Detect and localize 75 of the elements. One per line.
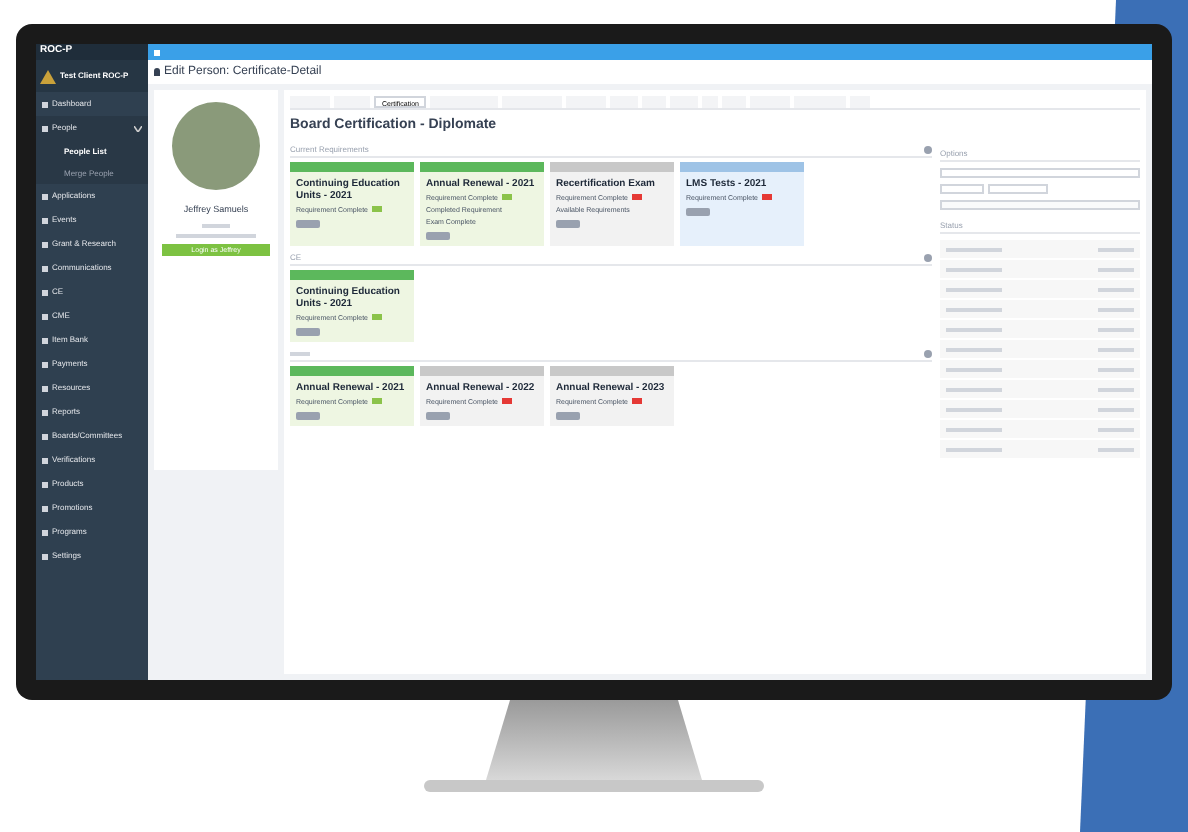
text-placeholder-line <box>1098 367 1134 371</box>
menu-icon <box>42 457 48 463</box>
tab[interactable] <box>290 96 330 108</box>
tab[interactable] <box>670 96 699 108</box>
menu-icon <box>42 125 48 131</box>
menu-icon <box>42 409 48 415</box>
text-placeholder-line <box>946 327 1002 331</box>
menu-icon <box>42 529 48 535</box>
menu-icon <box>42 505 48 511</box>
tab[interactable] <box>610 96 639 108</box>
card-button[interactable] <box>296 219 320 227</box>
menu-icon <box>42 217 48 223</box>
card-button[interactable] <box>556 219 580 227</box>
card-button[interactable] <box>686 207 710 215</box>
menu-icon <box>42 481 48 487</box>
text-placeholder-line <box>202 223 230 228</box>
settings-icon[interactable] <box>924 145 932 153</box>
text-placeholder-line <box>946 407 1002 411</box>
menu-icon <box>42 433 48 439</box>
tab[interactable] <box>850 96 871 108</box>
text-placeholder-line <box>1098 247 1134 251</box>
tab[interactable] <box>750 96 791 108</box>
card-button[interactable] <box>296 411 320 419</box>
text-placeholder-line <box>176 233 256 238</box>
text-placeholder-line <box>1098 287 1134 291</box>
settings-icon[interactable] <box>924 349 932 357</box>
card-button[interactable] <box>426 411 450 419</box>
menu-icon[interactable] <box>154 49 160 55</box>
triangle-logo-icon <box>40 69 56 83</box>
tab[interactable] <box>642 96 667 108</box>
tab[interactable] <box>702 96 719 108</box>
select-field[interactable] <box>940 168 1140 178</box>
tab[interactable] <box>566 96 607 108</box>
avatar-placeholder <box>172 102 260 190</box>
text-placeholder-line <box>1098 407 1134 411</box>
menu-icon <box>42 313 48 319</box>
menu-icon <box>42 385 48 391</box>
menu-icon <box>42 265 48 271</box>
text-placeholder-line <box>1098 307 1134 311</box>
text-placeholder-line <box>946 387 1002 391</box>
text-placeholder-line <box>946 427 1002 431</box>
menu-icon <box>42 361 48 367</box>
text-placeholder-line <box>1098 327 1134 331</box>
chevron-icon <box>134 125 142 131</box>
text-placeholder-line <box>1098 427 1134 431</box>
text-placeholder-line <box>946 267 1002 271</box>
tab[interactable] <box>502 96 563 108</box>
text-placeholder-line <box>1098 347 1134 351</box>
settings-icon[interactable] <box>924 253 932 261</box>
text-placeholder-line <box>946 307 1002 311</box>
small-button[interactable] <box>940 184 984 194</box>
menu-icon <box>42 337 48 343</box>
tab[interactable] <box>334 96 370 108</box>
tab[interactable] <box>430 96 499 108</box>
text-placeholder-line <box>946 447 1002 451</box>
wide-button[interactable] <box>940 200 1140 210</box>
text-placeholder-line <box>1098 447 1134 451</box>
person-icon <box>154 68 160 76</box>
text-placeholder-line <box>946 367 1002 371</box>
text-placeholder-line <box>946 247 1002 251</box>
text-placeholder-line <box>1098 267 1134 271</box>
tab[interactable] <box>794 96 847 108</box>
menu-icon <box>42 553 48 559</box>
text-placeholder-line <box>1098 387 1134 391</box>
tab[interactable] <box>722 96 747 108</box>
text-placeholder-line <box>946 347 1002 351</box>
menu-icon <box>42 289 48 295</box>
card-button[interactable] <box>556 411 580 419</box>
menu-icon <box>42 101 48 107</box>
card-button[interactable] <box>426 231 450 239</box>
small-button[interactable] <box>988 184 1048 194</box>
menu-icon <box>42 241 48 247</box>
card-button[interactable] <box>296 327 320 335</box>
menu-icon <box>42 193 48 199</box>
text-placeholder-line <box>946 287 1002 291</box>
